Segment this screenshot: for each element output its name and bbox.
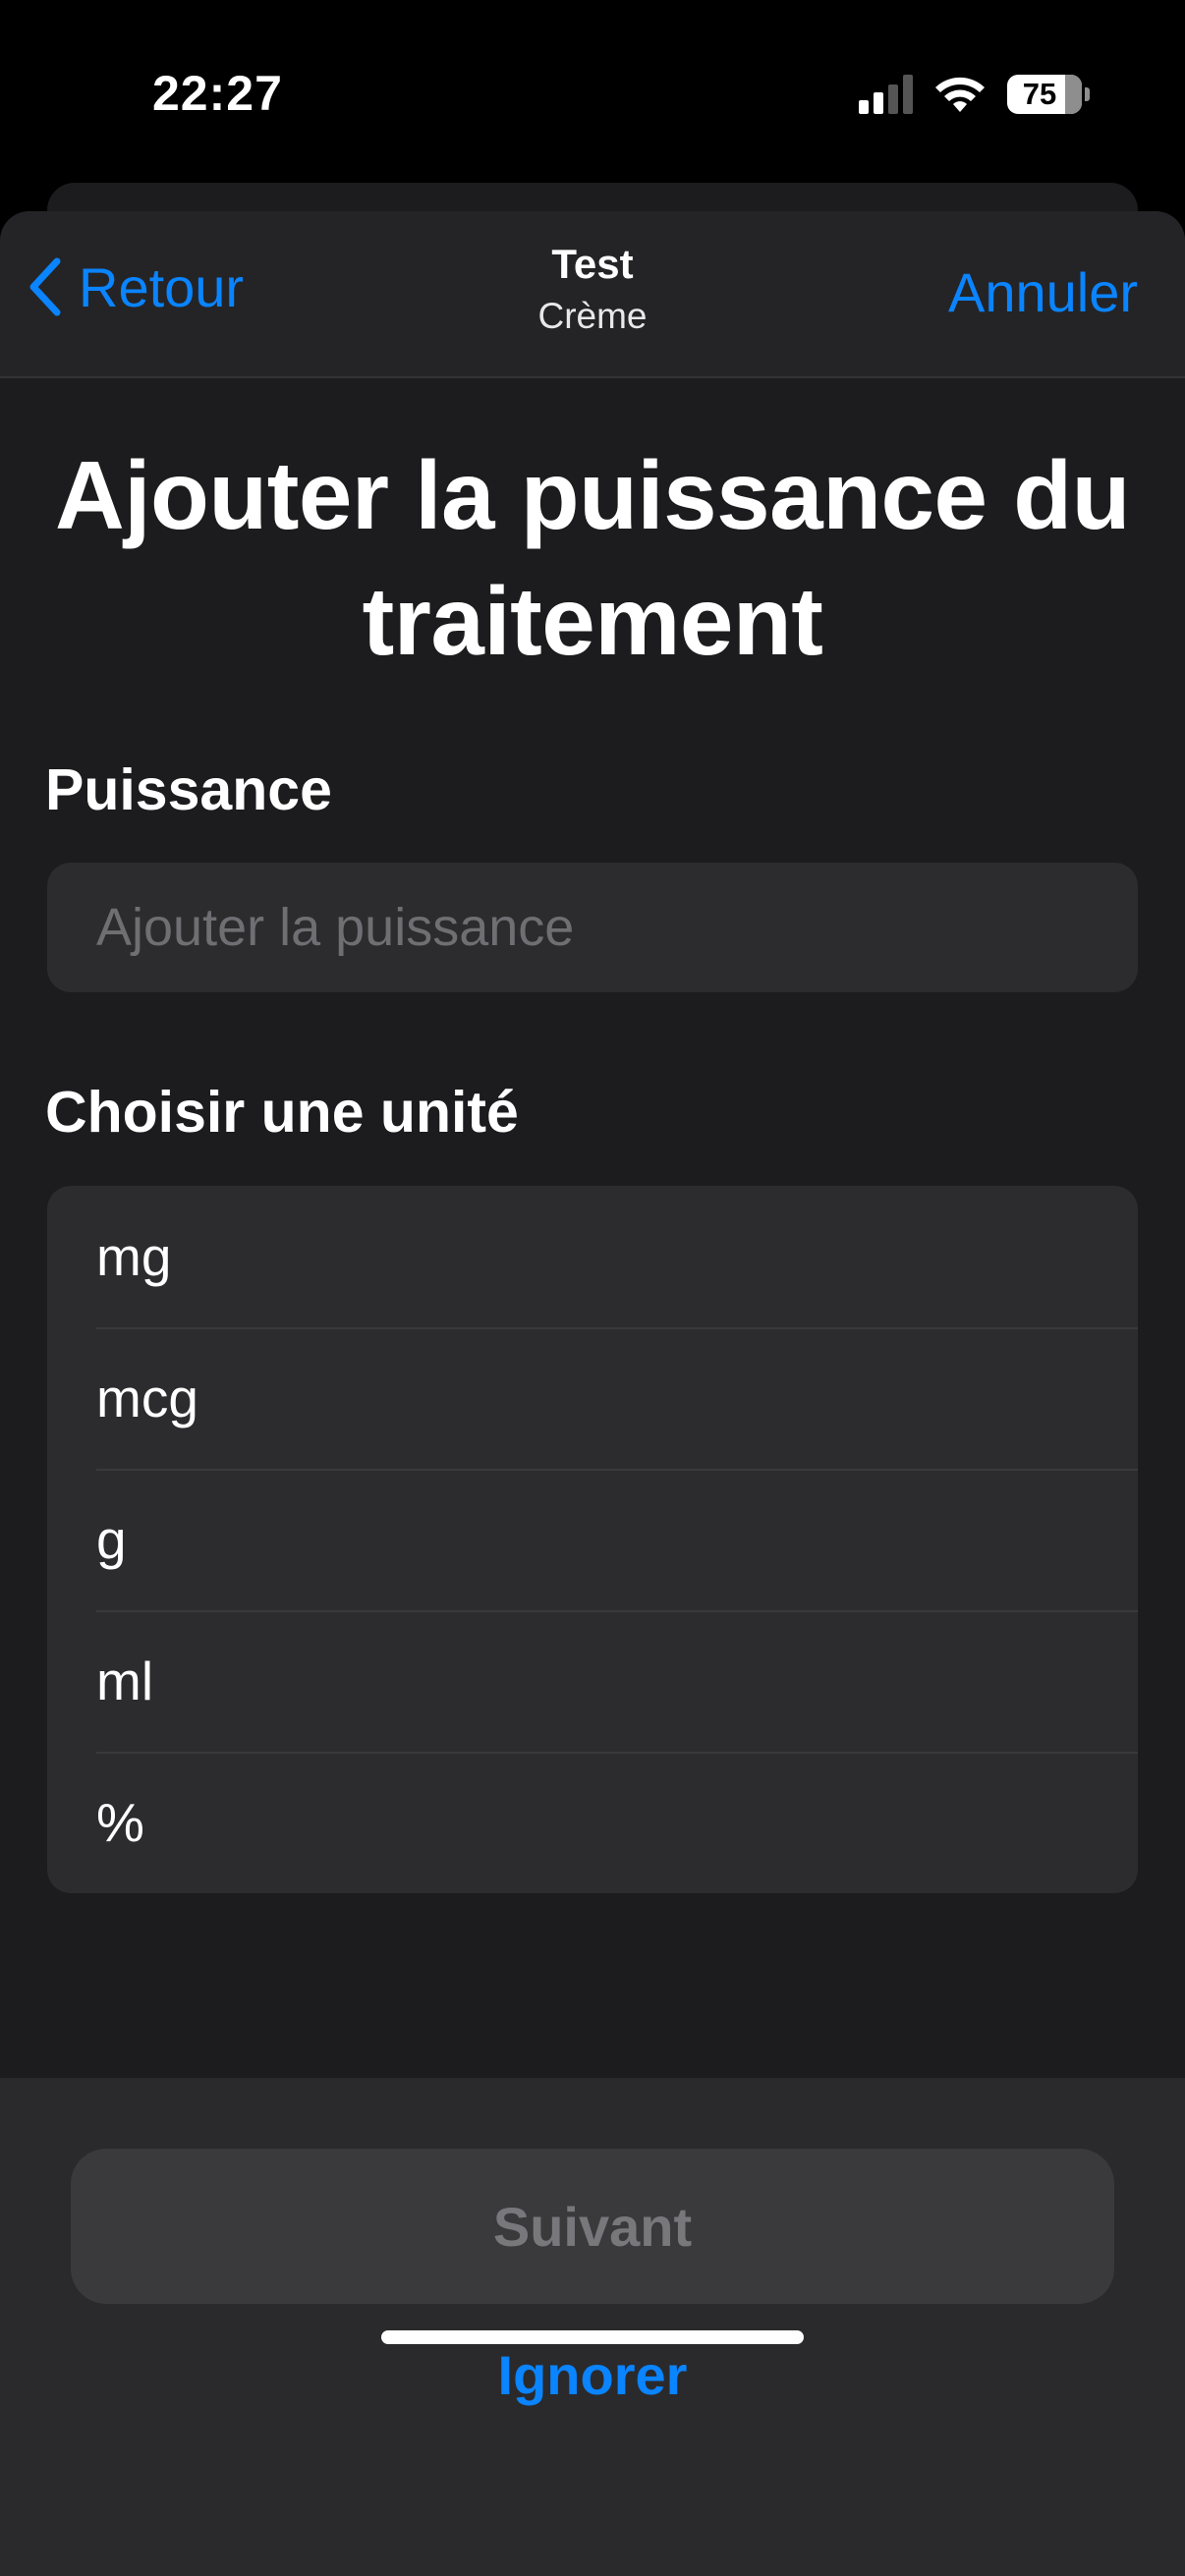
status-icons: 75: [859, 69, 1090, 120]
wifi-icon: [935, 77, 985, 112]
strength-label: Puissance: [45, 757, 332, 822]
status-bar: 22:27 75: [0, 0, 1185, 187]
cancel-button[interactable]: Annuler: [948, 260, 1138, 324]
home-indicator[interactable]: [381, 2330, 804, 2344]
footer-bar: Suivant Ignorer: [0, 2078, 1185, 2576]
navigation-bar: Retour Test Crème Annuler: [0, 211, 1185, 378]
strength-field[interactable]: [47, 863, 1138, 992]
unit-label: Choisir une unité: [45, 1080, 519, 1145]
unit-option-mcg[interactable]: mcg: [47, 1327, 1138, 1469]
unit-list: mg mcg g ml %: [47, 1186, 1138, 1893]
next-button[interactable]: Suivant: [71, 2149, 1114, 2304]
page-title: Ajouter la puissance du traitement: [55, 441, 1130, 675]
modal-sheet: Retour Test Crème Annuler Ajouter la pui…: [0, 211, 1185, 2576]
cellular-signal-icon: [859, 75, 913, 114]
strength-input[interactable]: [96, 897, 1138, 958]
unit-option-mg[interactable]: mg: [47, 1186, 1138, 1327]
unit-option-percent[interactable]: %: [47, 1752, 1138, 1893]
unit-option-ml[interactable]: ml: [47, 1610, 1138, 1752]
status-time: 22:27: [152, 66, 283, 121]
battery-icon: 75: [1007, 75, 1090, 114]
skip-button[interactable]: Ignorer: [0, 2343, 1185, 2407]
battery-percent: 75: [1022, 77, 1057, 111]
unit-option-g[interactable]: g: [47, 1469, 1138, 1610]
